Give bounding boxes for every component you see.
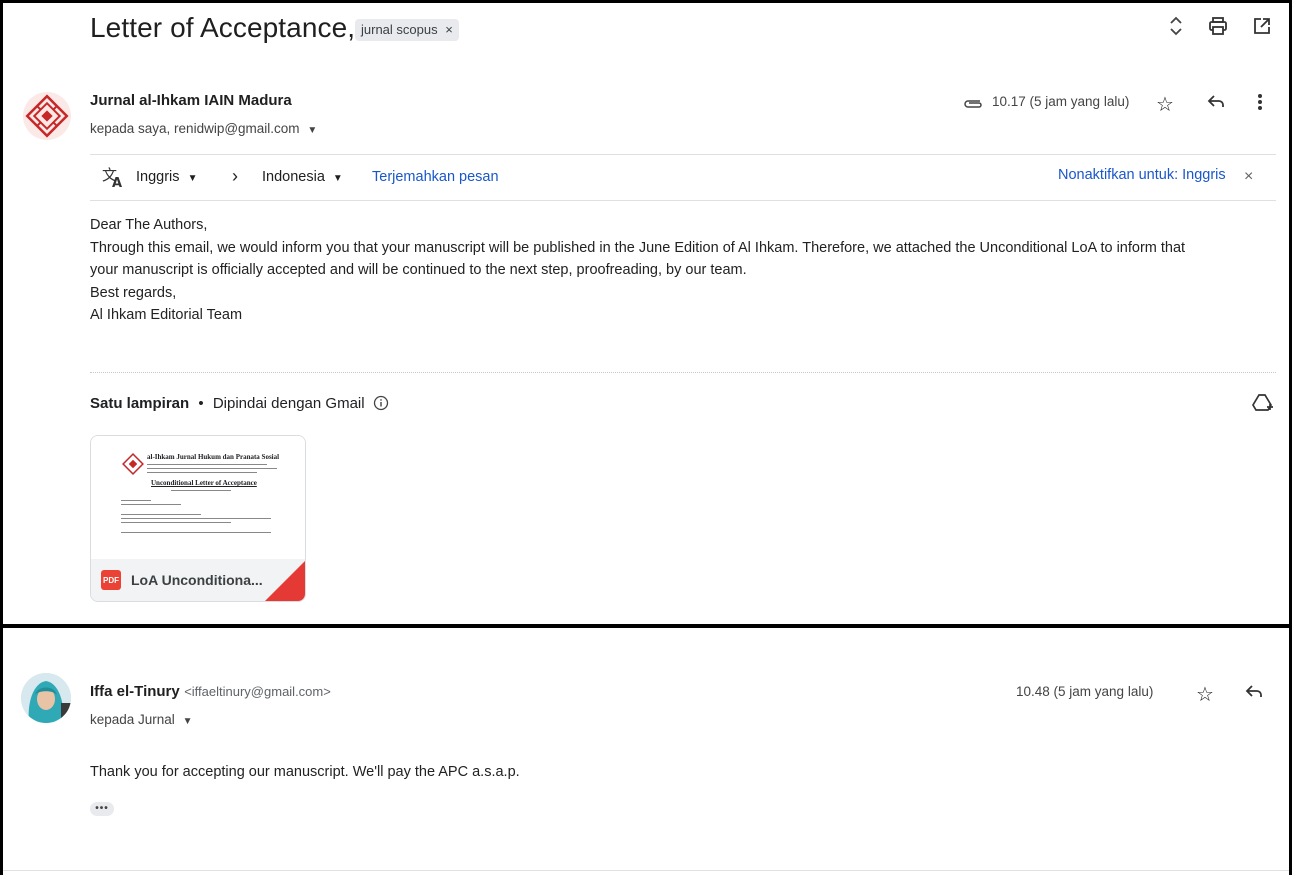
chevron-right-icon: ›: [232, 166, 238, 186]
divider: [90, 154, 1276, 155]
divider: [90, 200, 1276, 201]
attachment-name[interactable]: LoA Unconditiona...: [131, 572, 263, 588]
sender-name[interactable]: Jurnal al-Ihkam IAIN Madura: [90, 92, 292, 109]
pdf-icon: PDF: [101, 570, 121, 590]
journal-logo-icon: [122, 453, 144, 475]
thread-subject: Letter of Acceptance,: [90, 12, 356, 43]
more-vert-icon[interactable]: [1256, 92, 1264, 117]
sender-line[interactable]: Iffa el-Tinury <iffaeltinury@gmail.com>: [90, 683, 331, 701]
recipients-text: kepada saya, renidwip@gmail.com: [90, 121, 300, 136]
attachments-divider: [90, 372, 1276, 373]
show-trimmed-content-button[interactable]: •••: [90, 802, 114, 816]
caret-down-icon[interactable]: ▼: [183, 716, 193, 727]
translate-message-link[interactable]: Terjemahkan pesan: [372, 169, 499, 185]
disable-translation-link[interactable]: Nonaktifkan untuk: Inggris: [1058, 167, 1226, 183]
info-icon[interactable]: [373, 395, 389, 415]
add-to-drive-icon[interactable]: [1251, 391, 1275, 420]
body-line: Best regards,: [90, 284, 177, 301]
body-line: your manuscript is officially accepted a…: [90, 262, 747, 278]
caret-down-icon: ▼: [187, 173, 198, 184]
close-translation-icon[interactable]: ×: [1244, 168, 1253, 186]
sender-avatar: [21, 673, 71, 723]
target-language: Indonesia: [262, 169, 325, 185]
sender-avatar-logo: [23, 92, 71, 140]
star-icon[interactable]: ☆: [1196, 682, 1214, 707]
message-body: Dear The Authors, Through this email, we…: [90, 214, 1185, 327]
label-chip[interactable]: jurnal scopus ×: [355, 19, 459, 41]
preview-title: Unconditional Letter of Acceptance: [151, 479, 257, 487]
source-language-select[interactable]: Inggris ▼: [136, 169, 197, 185]
body-line: Al Ihkam Editorial Team: [90, 307, 243, 323]
message-time: 10.17 (5 jam yang lalu): [992, 94, 1130, 109]
attachments-scanned: Dipindai dengan Gmail: [212, 395, 365, 412]
pdf-corner-fold: [265, 561, 305, 601]
label-chip-text: jurnal scopus: [361, 22, 438, 37]
source-language: Inggris: [136, 169, 180, 185]
reply-icon[interactable]: [1244, 681, 1264, 706]
message-body: Thank you for accepting our manuscript. …: [90, 764, 520, 780]
attachments-title: Satu lampiran: [90, 395, 190, 412]
recipients-line[interactable]: kepada Jurnal ▼: [90, 712, 192, 727]
recipients-line[interactable]: kepada saya, renidwip@gmail.com ▼: [90, 121, 317, 136]
separator-dot: •: [198, 395, 204, 412]
attachment-card[interactable]: al-Ihkam Jurnal Hukum dan Pranata Sosial…: [90, 435, 306, 602]
recipients-text: kepada Jurnal: [90, 712, 175, 727]
sender-email[interactable]: <iffaeltinury@gmail.com>: [184, 684, 331, 699]
message-time: 10.48 (5 jam yang lalu): [1016, 684, 1154, 699]
svg-text:A: A: [112, 176, 122, 188]
message-frame-2: [0, 628, 1292, 875]
open-in-new-window-icon[interactable]: [1250, 14, 1274, 38]
attachment-preview: al-Ihkam Jurnal Hukum dan Pranata Sosial…: [91, 436, 305, 559]
attachment-clip-icon: [962, 96, 984, 114]
target-language-select[interactable]: Indonesia ▼: [262, 169, 343, 185]
body-line: Dear The Authors,: [90, 217, 208, 233]
label-remove-icon[interactable]: ×: [445, 22, 453, 37]
star-icon[interactable]: ☆: [1156, 92, 1174, 117]
preview-heading: al-Ihkam Jurnal Hukum dan Pranata Sosial: [147, 453, 280, 461]
body-line: Through this email, we would inform you …: [90, 239, 1186, 256]
divider: [3, 870, 1289, 871]
reply-icon[interactable]: [1206, 91, 1226, 116]
caret-down-icon[interactable]: ▼: [307, 125, 317, 136]
print-icon[interactable]: [1206, 14, 1230, 38]
unfold-icon[interactable]: [1164, 14, 1188, 38]
attachments-header: Satu lampiran • Dipindai dengan Gmail: [90, 395, 389, 415]
translate-icon: 文A: [102, 166, 126, 193]
caret-down-icon: ▼: [332, 173, 343, 184]
sender-name[interactable]: Iffa el-Tinury: [90, 683, 180, 700]
